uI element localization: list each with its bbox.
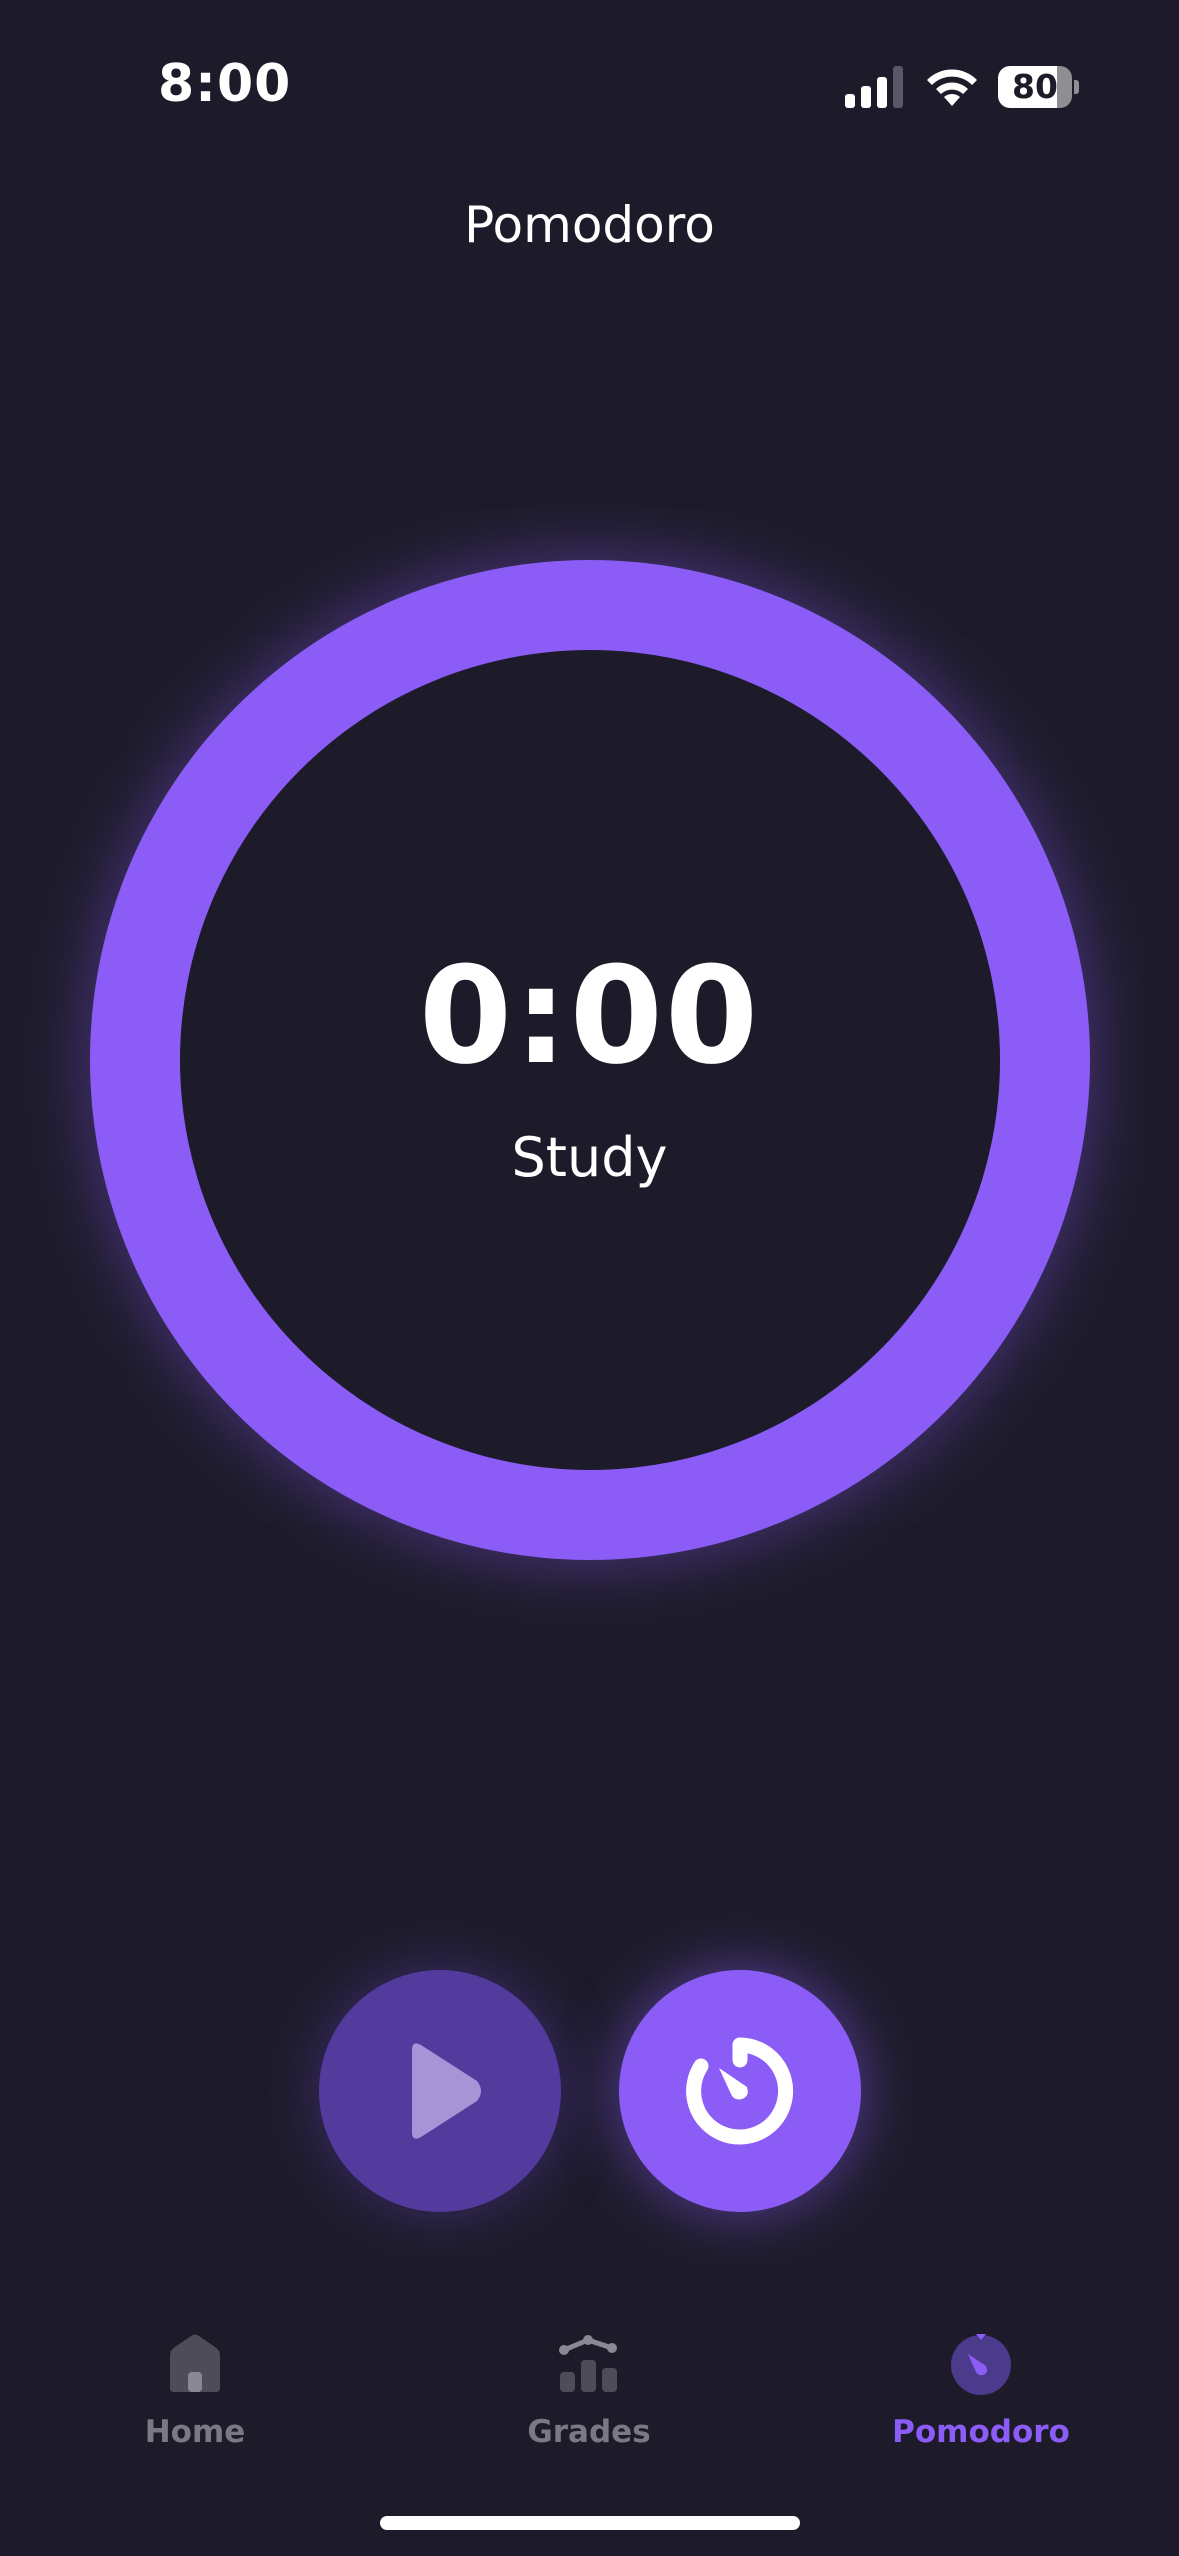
timer-icon — [686, 2037, 794, 2145]
tab-pomodoro-label: Pomodoro — [892, 2414, 1070, 2450]
battery-level: 80 — [1012, 67, 1058, 106]
tab-grades-label: Grades — [527, 2414, 651, 2450]
home-indicator[interactable] — [380, 2516, 800, 2530]
timer-icon — [951, 2334, 1011, 2395]
cellular-signal-icon — [845, 66, 903, 108]
tab-grades[interactable]: Grades — [459, 2300, 719, 2460]
play-icon — [412, 2043, 481, 2139]
tab-home-label: Home — [144, 2414, 246, 2450]
timer-mode-label: Study — [511, 1126, 668, 1189]
tab-bar: Home Grades Pomodoro — [0, 2300, 1179, 2500]
timer-mode-button[interactable] — [619, 1970, 861, 2212]
chart-icon — [559, 2335, 617, 2392]
wifi-icon — [927, 69, 977, 106]
page-title: Pomodoro — [464, 196, 715, 254]
tab-pomodoro[interactable]: Pomodoro — [851, 2300, 1111, 2460]
battery-tip — [1074, 80, 1079, 94]
battery-indicator: 80 — [998, 66, 1080, 108]
tab-home[interactable]: Home — [65, 2300, 325, 2460]
status-bar: 8:00 80 — [0, 0, 1179, 170]
status-time: 8:00 — [158, 54, 292, 114]
battery-body: 80 — [998, 66, 1072, 108]
home-icon — [170, 2334, 220, 2392]
play-button[interactable] — [319, 1970, 561, 2212]
timer-display: 0:00 — [418, 938, 761, 1094]
